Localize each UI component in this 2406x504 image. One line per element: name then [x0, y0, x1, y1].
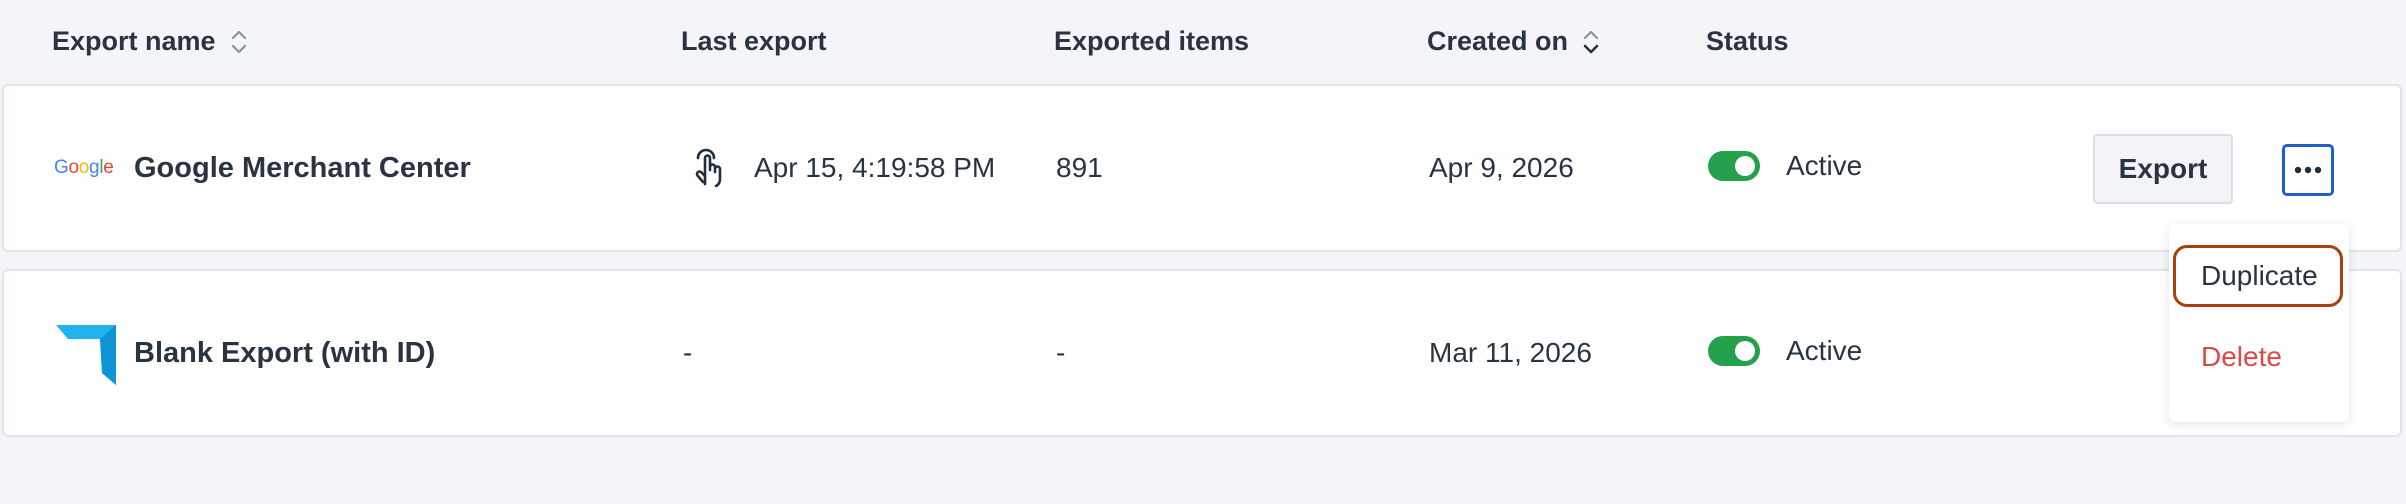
status-toggle[interactable]: [1708, 336, 1760, 366]
column-header-label: Exported items: [1054, 26, 1250, 56]
last-export-value: -: [683, 337, 693, 368]
column-header-status: Status: [1706, 26, 1789, 57]
sort-icon[interactable]: [230, 27, 248, 57]
export-button[interactable]: Export: [2093, 134, 2233, 204]
last-export-cell: Apr 15, 4:19:58 PM: [690, 86, 995, 250]
google-logo: Google: [54, 157, 114, 178]
column-header-label: Export name: [52, 26, 216, 56]
created-on-cell: Mar 11, 2026: [1429, 271, 1592, 435]
table-row[interactable]: Google Google Merchant Center Apr 15, 4:…: [2, 84, 2402, 252]
created-on-cell: Apr 9, 2026: [1429, 86, 1574, 250]
touch-hand-icon: [695, 148, 722, 188]
status-cell: Active: [1708, 269, 1862, 433]
blank-export-logo: [56, 325, 116, 385]
exported-items-cell: -: [1056, 271, 1065, 435]
menu-item-duplicate[interactable]: Duplicate: [2173, 245, 2343, 307]
more-horizontal-icon: [2294, 166, 2322, 174]
created-on-value: Apr 9, 2026: [1429, 152, 1574, 183]
last-export-cell: -: [683, 271, 692, 435]
column-header-label: Last export: [681, 26, 827, 56]
table-header: Export name Last export Exported items C…: [0, 0, 2406, 84]
sort-desc-icon[interactable]: [1582, 27, 1600, 57]
column-header-export-name[interactable]: Export name: [52, 26, 248, 57]
export-name[interactable]: Blank Export (with ID): [134, 337, 435, 370]
column-header-exported-items: Exported items: [1054, 26, 1249, 57]
column-header-label: Created on: [1427, 26, 1569, 56]
created-on-value: Mar 11, 2026: [1429, 337, 1592, 368]
table-row[interactable]: Blank Export (with ID) - - Mar 11, 2026 …: [2, 269, 2402, 437]
status-label: Active: [1786, 335, 1863, 366]
more-actions-button[interactable]: [2282, 144, 2334, 196]
export-name[interactable]: Google Merchant Center: [134, 152, 471, 185]
export-name-cell[interactable]: Blank Export (with ID): [54, 271, 435, 435]
status-toggle[interactable]: [1708, 151, 1760, 181]
column-header-created-on[interactable]: Created on: [1427, 26, 1600, 57]
column-header-last-export: Last export: [681, 26, 827, 57]
actions-dropdown-menu: Duplicate Delete: [2169, 224, 2349, 422]
column-header-label: Status: [1706, 26, 1789, 56]
exported-items-cell: 891: [1056, 86, 1103, 250]
exports-page: Export name Last export Exported items C…: [0, 0, 2406, 504]
status-label: Active: [1786, 150, 1863, 181]
status-cell: Active: [1708, 84, 1862, 248]
export-name-cell[interactable]: Google Google Merchant Center: [54, 86, 471, 250]
exported-items-value: -: [1056, 337, 1066, 368]
exported-items-value: 891: [1056, 152, 1103, 183]
last-export-value: Apr 15, 4:19:58 PM: [754, 152, 996, 183]
menu-item-delete[interactable]: Delete: [2173, 326, 2343, 388]
